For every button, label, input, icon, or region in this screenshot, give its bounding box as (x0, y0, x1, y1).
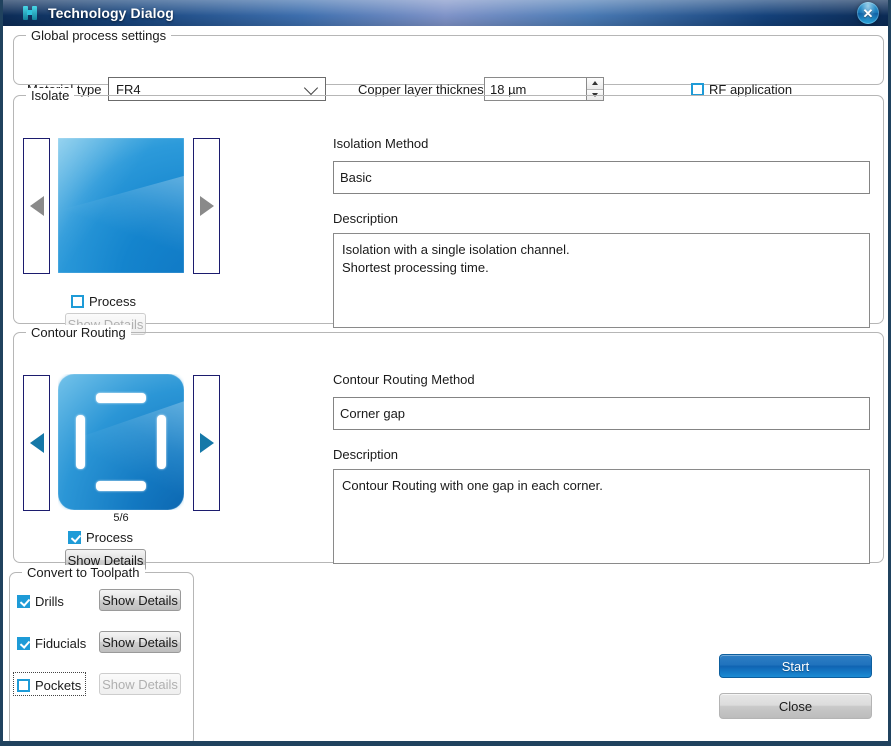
contour-process-checkbox[interactable]: Process (68, 530, 133, 545)
start-button-label: Start (781, 658, 810, 674)
isolation-description-label: Description (333, 211, 399, 226)
isolate-preview-image (58, 138, 184, 273)
close-button-label: Close (778, 698, 813, 714)
global-process-settings-legend: Global process settings (26, 28, 172, 43)
contour-routing-method-label: Contour Routing Method (333, 372, 475, 387)
close-icon[interactable]: ✕ (857, 2, 879, 24)
contour-routing-legend: Contour Routing (26, 325, 131, 340)
title-bar: Technology Dialog ✕ (3, 0, 888, 26)
gap-mark-top (95, 393, 147, 404)
arrow-right-icon (199, 433, 214, 453)
isolate-process-checkbox-box (71, 295, 84, 308)
contour-process-checkbox-box (68, 531, 81, 544)
isolation-method-label: Isolation Method (333, 136, 429, 151)
contour-counter: 5/6 (113, 512, 129, 524)
toolpath-fiducials-label: Fiducials (35, 636, 87, 651)
toolpath-drills-label: Drills (35, 594, 64, 609)
toolpath-pockets-label: Pockets (35, 678, 82, 693)
start-button[interactable]: Start (719, 654, 872, 678)
contour-routing-method-value: Corner gap (340, 406, 406, 421)
toolpath-fiducials-checkbox[interactable]: Fiducials (17, 636, 86, 651)
technology-dialog-window: Technology Dialog ✕ Global process setti… (0, 0, 891, 746)
arrow-left-icon (29, 196, 44, 216)
toolpath-pockets-show-details-button[interactable]: Show Details (99, 673, 181, 695)
toolpath-pockets-checkbox[interactable]: Pockets (17, 678, 81, 693)
stepper-up-icon[interactable] (587, 78, 603, 90)
isolate-prev-button[interactable] (23, 138, 50, 274)
arrow-right-icon (199, 196, 214, 216)
arrow-left-icon (29, 433, 44, 453)
convert-to-toolpath-legend: Convert to Toolpath (22, 565, 145, 580)
circuit-board-icon (22, 4, 40, 22)
contour-process-label: Process (86, 530, 133, 545)
dialog-content: Global process settings Material type FR… (3, 26, 888, 741)
chevron-down-icon (303, 80, 319, 96)
toolpath-pockets-checkbox-box (17, 679, 30, 692)
isolation-method-value: Basic (340, 170, 372, 185)
toolpath-drills-checkbox[interactable]: Drills (17, 594, 64, 609)
close-button[interactable]: Close (719, 693, 872, 719)
isolate-next-button[interactable] (193, 138, 220, 274)
toolpath-drills-checkbox-box (17, 595, 30, 608)
contour-description-text: Contour Routing with one gap in each cor… (333, 469, 870, 564)
isolate-process-label: Process (89, 294, 136, 309)
isolate-legend: Isolate (26, 88, 75, 103)
toolpath-drills-show-details-button[interactable]: Show Details (99, 589, 181, 611)
contour-next-button[interactable] (193, 375, 220, 511)
close-icon-glyph: ✕ (862, 5, 874, 21)
contour-routing-method-value-field[interactable]: Corner gap (333, 397, 870, 430)
isolate-process-checkbox[interactable]: Process (71, 294, 136, 309)
contour-prev-button[interactable] (23, 375, 50, 511)
toolpath-pockets-show-details-label: Show Details (102, 676, 178, 692)
toolpath-fiducials-show-details-label: Show Details (102, 634, 178, 650)
window-title: Technology Dialog (48, 5, 174, 21)
toolpath-drills-show-details-label: Show Details (102, 592, 178, 608)
contour-preview-image (58, 374, 184, 510)
contour-description-label: Description (333, 447, 399, 462)
toolpath-fiducials-show-details-button[interactable]: Show Details (99, 631, 181, 653)
isolation-method-value-field[interactable]: Basic (333, 161, 870, 194)
isolation-description-text: Isolation with a single isolation channe… (333, 233, 870, 328)
toolpath-fiducials-checkbox-box (17, 637, 30, 650)
